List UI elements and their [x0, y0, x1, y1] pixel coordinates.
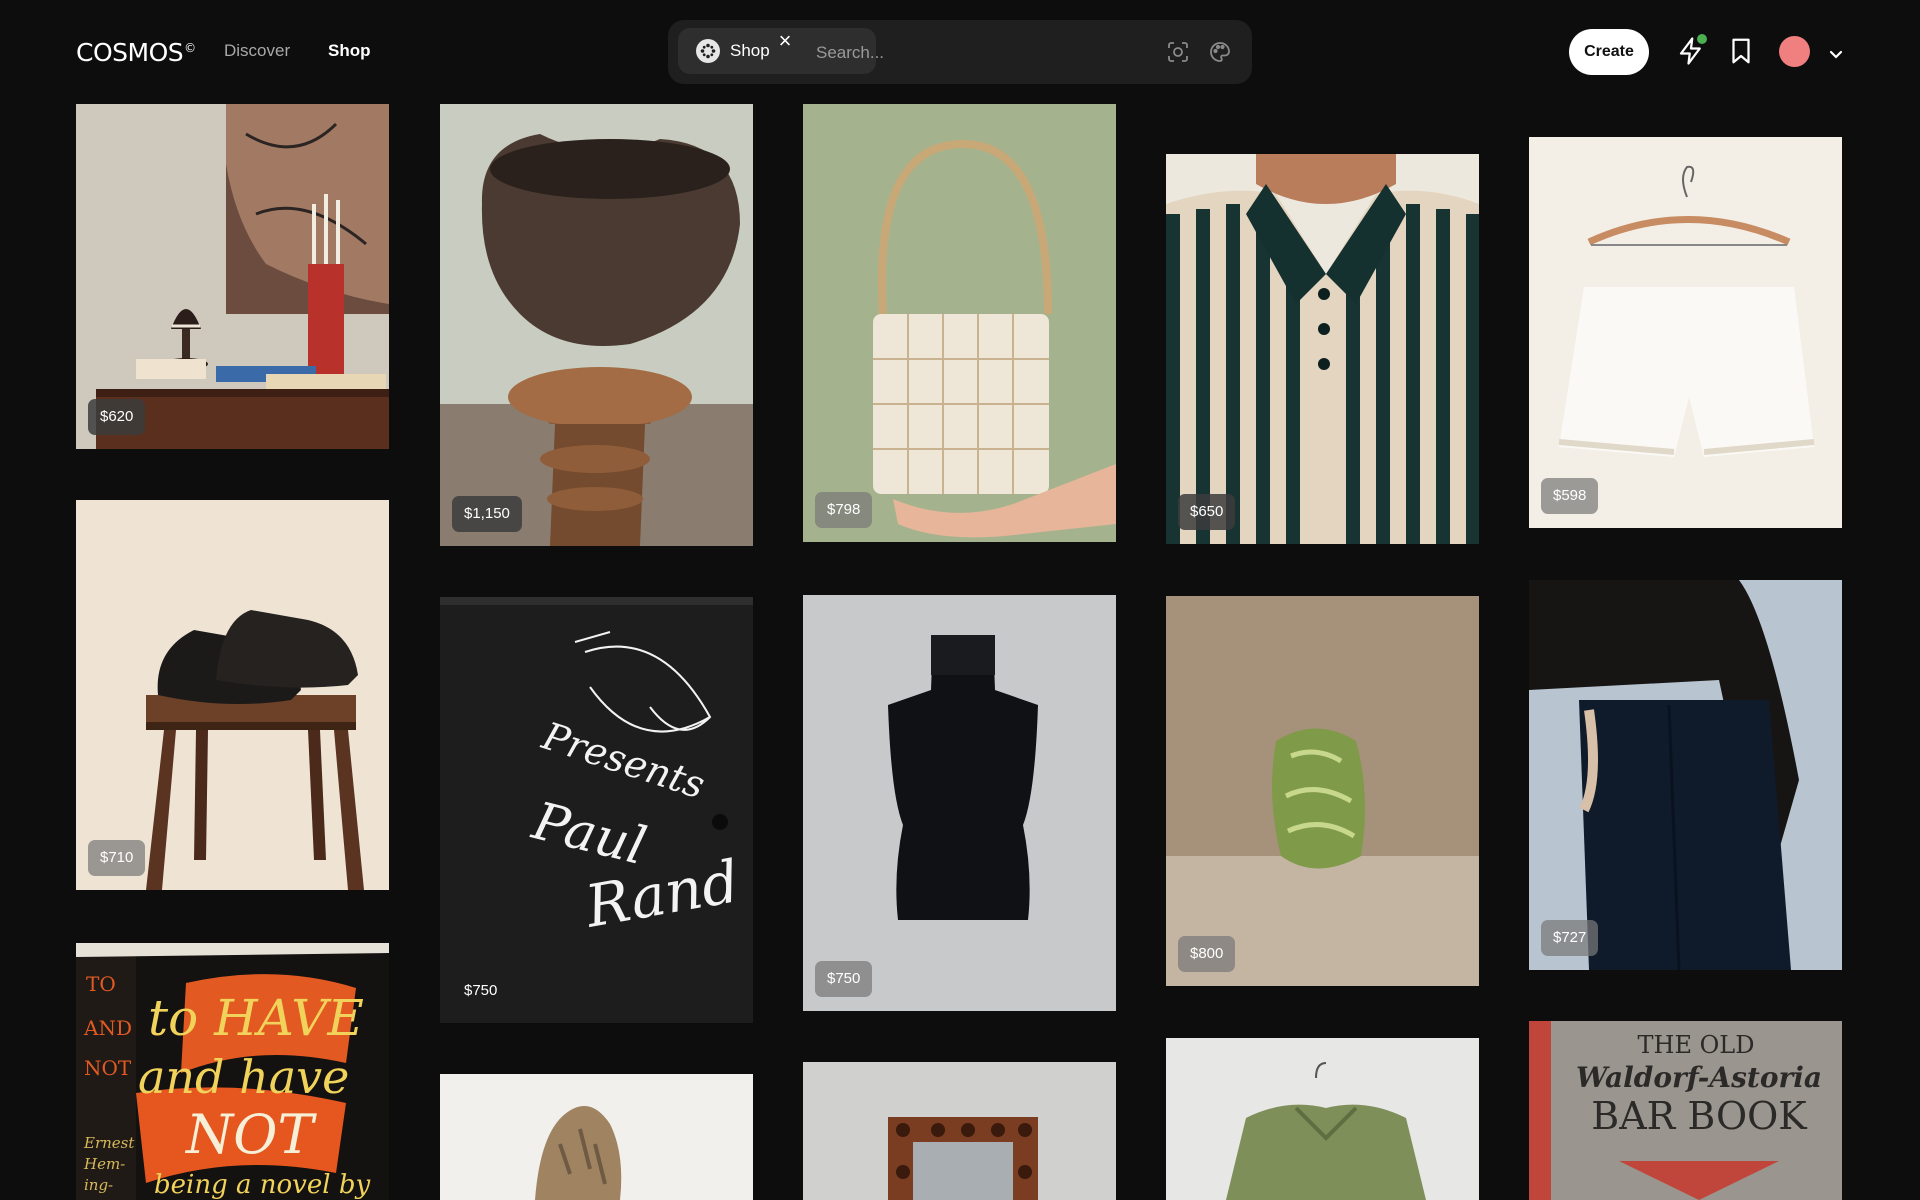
- svg-text:Ernest: Ernest: [83, 1134, 135, 1152]
- shop-filter-icon: [696, 39, 720, 63]
- product-card-black-loafers[interactable]: $710: [76, 500, 389, 890]
- price-badge: $1,150: [452, 496, 522, 532]
- book-title-line: THE OLD: [1638, 1031, 1755, 1059]
- price-badge: $620: [88, 399, 146, 435]
- product-image: [76, 500, 389, 890]
- product-card-knit-turtleneck[interactable]: $750: [803, 595, 1116, 1011]
- product-card-bar-book[interactable]: THE OLD Waldorf-Astoria BAR BOOK: [1529, 1021, 1842, 1200]
- product-card-black-trousers[interactable]: $727: [1529, 580, 1842, 970]
- product-card-shell-handbag[interactable]: $798: [803, 104, 1116, 542]
- svg-text:Waldorf-Astoria: Waldorf-Astoria: [1576, 1061, 1822, 1094]
- visual-search-icon[interactable]: [1166, 40, 1190, 64]
- svg-text:NOT: NOT: [84, 1056, 132, 1080]
- avatar[interactable]: [1779, 36, 1810, 67]
- product-image: Presents Paul Rand: [440, 597, 753, 1023]
- chevron-down-icon[interactable]: [1824, 44, 1848, 64]
- price-badge: $750: [815, 961, 873, 997]
- svg-text:AND: AND: [83, 1016, 132, 1040]
- nav-shop[interactable]: Shop: [328, 41, 371, 61]
- price-badge: $750: [464, 982, 498, 999]
- product-image: [1166, 1038, 1479, 1200]
- svg-text:being a novel by: being a novel by: [154, 1170, 370, 1200]
- product-image: THE OLD Waldorf-Astoria BAR BOOK: [1529, 1021, 1842, 1200]
- search-input[interactable]: [814, 34, 1138, 72]
- product-card-hemingway-book[interactable]: TO AND NOT Ernest Hem- ing- to HAVE and …: [76, 943, 389, 1200]
- bookmark-icon[interactable]: [1726, 36, 1756, 66]
- logo[interactable]: COSMOS©: [76, 38, 196, 67]
- color-palette-icon[interactable]: [1208, 40, 1232, 64]
- product-card-green-glass-vase[interactable]: $800: [1166, 596, 1479, 986]
- product-image: [803, 595, 1116, 1011]
- product-card-stone-vessel[interactable]: $1,150: [440, 104, 753, 546]
- product-image: [440, 104, 753, 546]
- price-badge: $650: [1178, 494, 1236, 530]
- logo-mark: ©: [184, 41, 196, 55]
- price-badge: $727: [1541, 920, 1599, 956]
- product-image: TO AND NOT Ernest Hem- ing- to HAVE and …: [76, 943, 389, 1200]
- svg-text:BAR BOOK: BAR BOOK: [1591, 1094, 1807, 1138]
- price-badge: $800: [1178, 936, 1236, 972]
- product-image: [803, 104, 1116, 542]
- product-card-stone-sculpture[interactable]: [440, 1074, 753, 1200]
- product-image: [1166, 154, 1479, 544]
- book-spine-text: TO: [86, 972, 116, 996]
- svg-text:Hem-: Hem-: [83, 1155, 125, 1173]
- close-icon[interactable]: ×: [774, 28, 796, 54]
- price-badge: $798: [815, 492, 873, 528]
- product-card-striped-polo[interactable]: $650: [1166, 154, 1479, 544]
- price-badge: $710: [88, 840, 146, 876]
- product-card-white-shorts[interactable]: $598: [1529, 137, 1842, 528]
- svg-text:and have: and have: [138, 1050, 349, 1104]
- product-card-wood-mirror[interactable]: [803, 1062, 1116, 1200]
- nav-discover[interactable]: Discover: [224, 41, 290, 61]
- product-image: [1529, 137, 1842, 528]
- product-image: [76, 104, 389, 449]
- notification-dot: [1697, 34, 1707, 44]
- product-image: [440, 1074, 753, 1200]
- svg-text:NOT: NOT: [184, 1103, 318, 1166]
- product-image: [1529, 580, 1842, 970]
- search-bar: Shop ×: [668, 20, 1252, 84]
- create-button[interactable]: Create: [1569, 29, 1649, 75]
- product-image: [1166, 596, 1479, 986]
- product-card-lamp-sideboard[interactable]: $620: [76, 104, 389, 449]
- book-title-line: to HAVE: [148, 989, 364, 1047]
- product-image: [803, 1062, 1116, 1200]
- svg-text:ing-: ing-: [84, 1176, 113, 1194]
- price-badge: $598: [1541, 478, 1599, 514]
- product-card-olive-jacket[interactable]: [1166, 1038, 1479, 1200]
- product-card-paul-rand-book[interactable]: Presents Paul Rand $750: [440, 597, 753, 1023]
- search-chip-label: Shop: [730, 41, 770, 60]
